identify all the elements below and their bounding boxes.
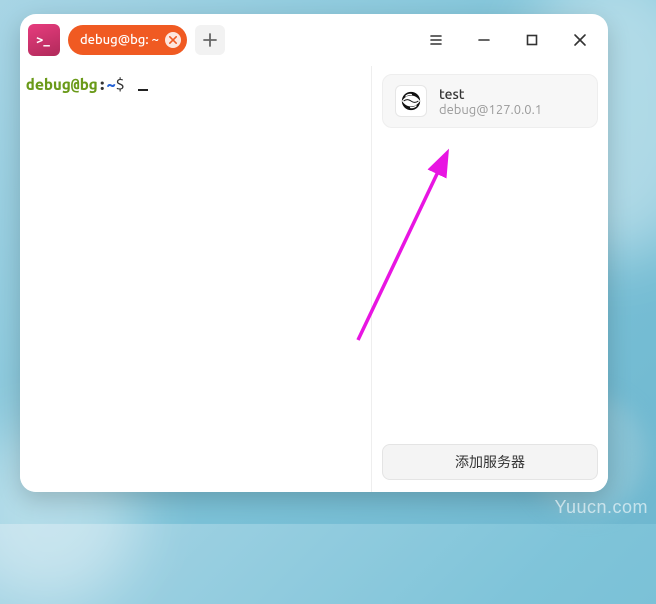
server-subtitle: debug@127.0.0.1 <box>439 103 542 117</box>
maximize-button[interactable] <box>512 20 552 60</box>
close-window-button[interactable] <box>560 20 600 60</box>
titlebar: >_ debug@bg: ~ <box>20 14 608 66</box>
watermark: Yuucn.com <box>554 497 648 518</box>
prompt-user: debug@bg <box>26 76 98 94</box>
plus-icon <box>203 33 217 47</box>
maximize-icon <box>525 33 539 47</box>
hamburger-icon <box>429 33 443 47</box>
minimize-icon <box>477 33 491 47</box>
terminal-cursor <box>138 89 148 91</box>
close-icon <box>169 36 177 44</box>
tab-close-button[interactable] <box>165 32 181 48</box>
app-icon: >_ <box>28 24 60 56</box>
window-body: debug@bg:~$ test debug@127.0.0.1 <box>20 66 608 492</box>
minimize-button[interactable] <box>464 20 504 60</box>
prompt-path: ~ <box>107 76 116 94</box>
active-tab[interactable]: debug@bg: ~ <box>68 25 187 55</box>
terminal-pane[interactable]: debug@bg:~$ <box>20 66 372 492</box>
prompt-separator: : <box>98 76 107 94</box>
server-sidebar: test debug@127.0.0.1 添加服务器 <box>372 66 608 492</box>
server-list-item[interactable]: test debug@127.0.0.1 <box>382 74 598 128</box>
globe-icon <box>395 85 427 117</box>
app-icon-glyph: >_ <box>36 33 50 47</box>
server-meta: test debug@127.0.0.1 <box>439 86 542 117</box>
prompt-dollar: $ <box>116 76 125 94</box>
close-icon <box>573 33 587 47</box>
server-title: test <box>439 86 542 102</box>
tab-title: debug@bg: ~ <box>80 33 159 47</box>
app-window: >_ debug@bg: ~ <box>20 14 608 492</box>
new-tab-button[interactable] <box>195 25 225 55</box>
hamburger-menu-button[interactable] <box>416 20 456 60</box>
add-server-button[interactable]: 添加服务器 <box>382 444 598 480</box>
